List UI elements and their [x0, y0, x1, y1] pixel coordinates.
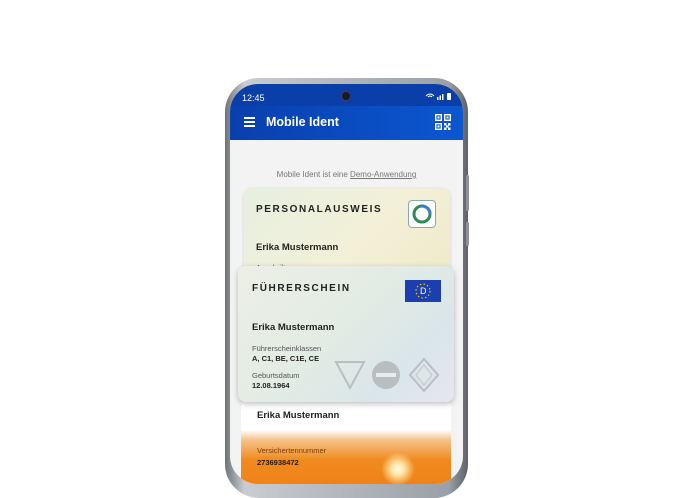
card-title: FÜHRERSCHEIN [252, 283, 351, 294]
power-button [466, 222, 469, 246]
card-holder-name: Erika Mustermann [252, 322, 335, 333]
license-watermark-icons [334, 357, 440, 393]
eu-country-code: D [420, 286, 427, 296]
insurance-number-value: 2736938472 [257, 458, 299, 467]
fuehrerschein-card[interactable]: FÜHRERSCHEIN D Erika Mustermann Führersc… [238, 266, 454, 402]
versicherungskarte[interactable]: Erika Mustermann Versichertennummer 2736… [241, 400, 451, 484]
id-logo-icon [408, 200, 436, 228]
license-classes-value: A, C1, BE, C1E, CE [252, 354, 320, 363]
app-bar: Mobile Ident [230, 106, 463, 140]
birthdate-label: Geburtsdatum [252, 371, 300, 380]
menu-icon[interactable] [244, 117, 255, 127]
card-title: PERSONALAUSWEIS [256, 204, 383, 215]
status-time: 12:45 [242, 93, 265, 103]
phone-screen: 12:45 Mobile Ident Mobile Ident ist eine… [230, 84, 463, 484]
demo-link[interactable]: Demo-Anwendung [350, 170, 416, 179]
card-holder-name: Erika Mustermann [257, 410, 340, 421]
status-icons [425, 92, 453, 102]
demo-text: Mobile Ident ist eine [276, 170, 351, 179]
eu-flag-icon: D [405, 280, 441, 302]
demo-notice: Mobile Ident ist eine Demo-Anwendung [230, 170, 463, 179]
birthdate-value: 12.08.1964 [252, 381, 290, 390]
signal-icon [425, 93, 451, 100]
license-classes-label: Führerscheinklassen [252, 344, 322, 353]
volume-button [466, 175, 469, 211]
sun-glare [381, 452, 415, 484]
card-holder-name: Erika Mustermann [256, 242, 339, 253]
insurance-number-label: Versichertennummer [257, 446, 327, 455]
front-camera [340, 90, 352, 102]
qr-code-icon[interactable] [435, 114, 451, 130]
app-title: Mobile Ident [266, 115, 339, 129]
